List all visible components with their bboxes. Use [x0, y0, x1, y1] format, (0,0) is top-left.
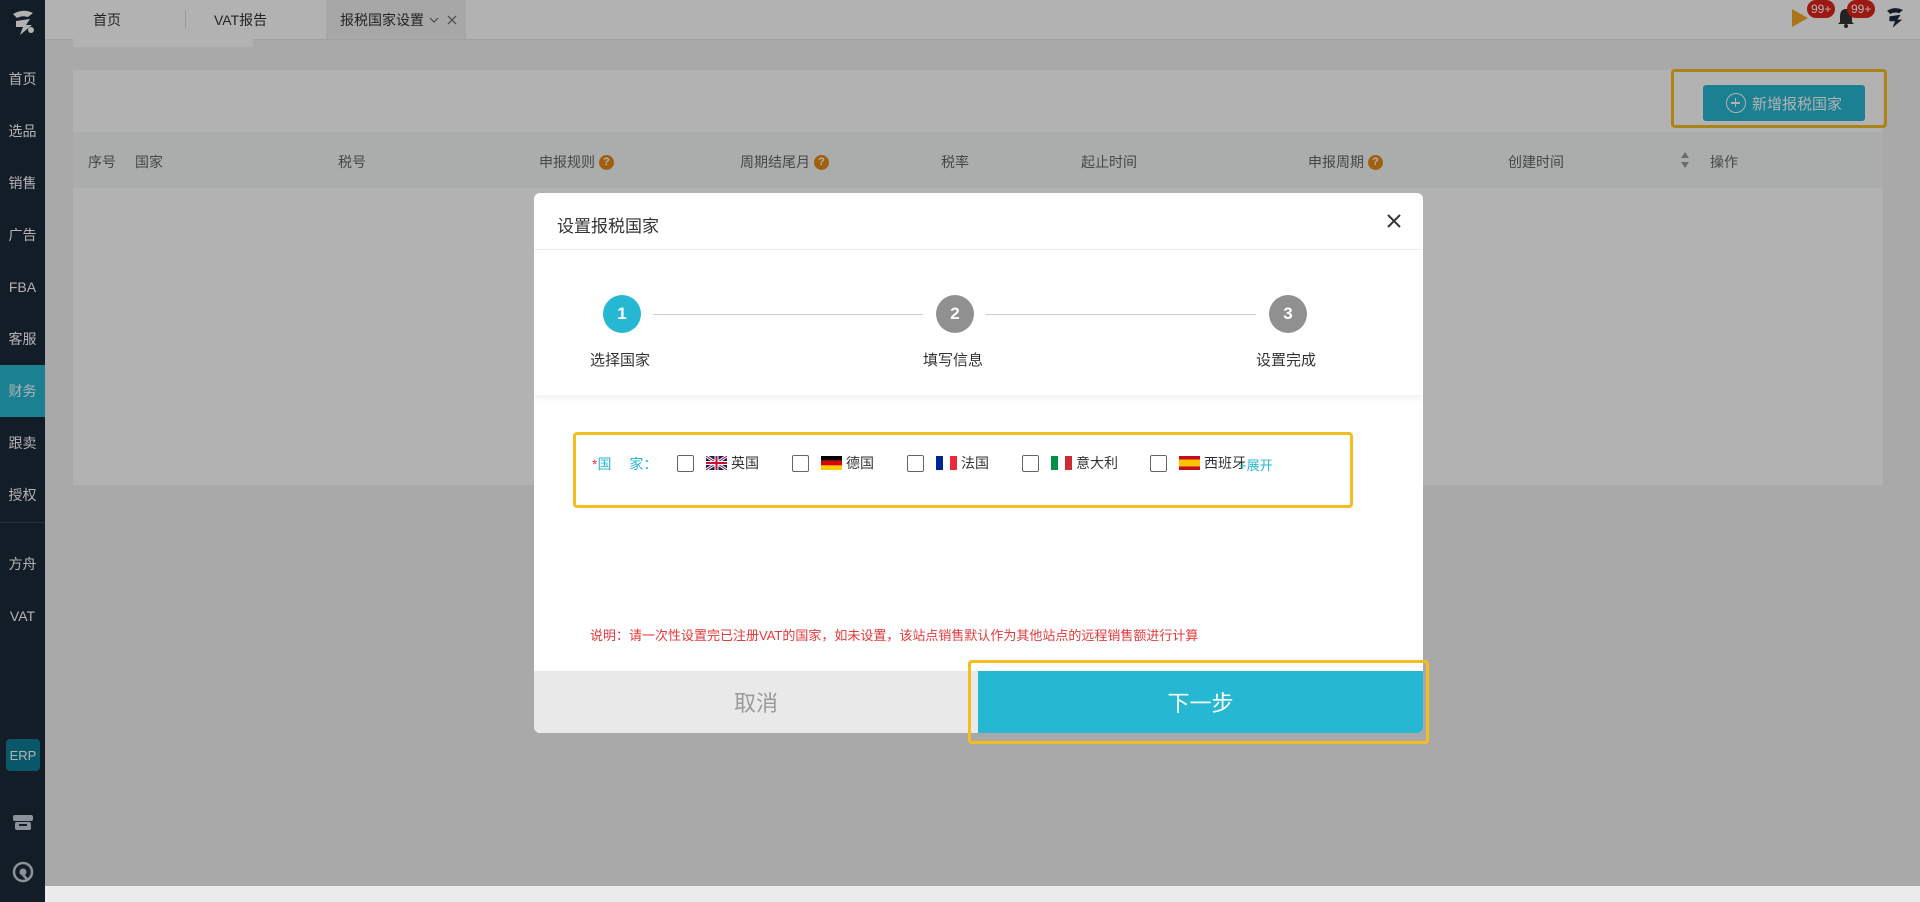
step-1-label: 选择国家 — [590, 352, 651, 369]
highlight-box-country-row — [573, 432, 1353, 508]
bottom-strip — [45, 886, 1920, 902]
step-2-circle: 2 — [936, 295, 974, 333]
dialog-title: 设置报税国家 — [557, 217, 659, 236]
step-2-label: 填写信息 — [923, 352, 984, 369]
step-1-circle: 1 — [603, 295, 641, 333]
highlight-box-next-button — [968, 660, 1429, 744]
cancel-button[interactable]: 取消 — [534, 671, 978, 733]
close-icon[interactable] — [1384, 211, 1404, 231]
step-connector — [986, 314, 1256, 315]
step-3-circle: 3 — [1269, 295, 1307, 333]
dialog-header: 设置报税国家 — [534, 193, 1423, 250]
dialog-note: 说明：请一次性设置完已注册VAT的国家，如未设置，该站点销售默认作为其他站点的远… — [590, 628, 1199, 643]
step-connector — [653, 314, 923, 315]
step-3-label: 设置完成 — [1256, 352, 1317, 369]
stepper: 1 2 3 选择国家 填写信息 设置完成 — [534, 250, 1423, 395]
